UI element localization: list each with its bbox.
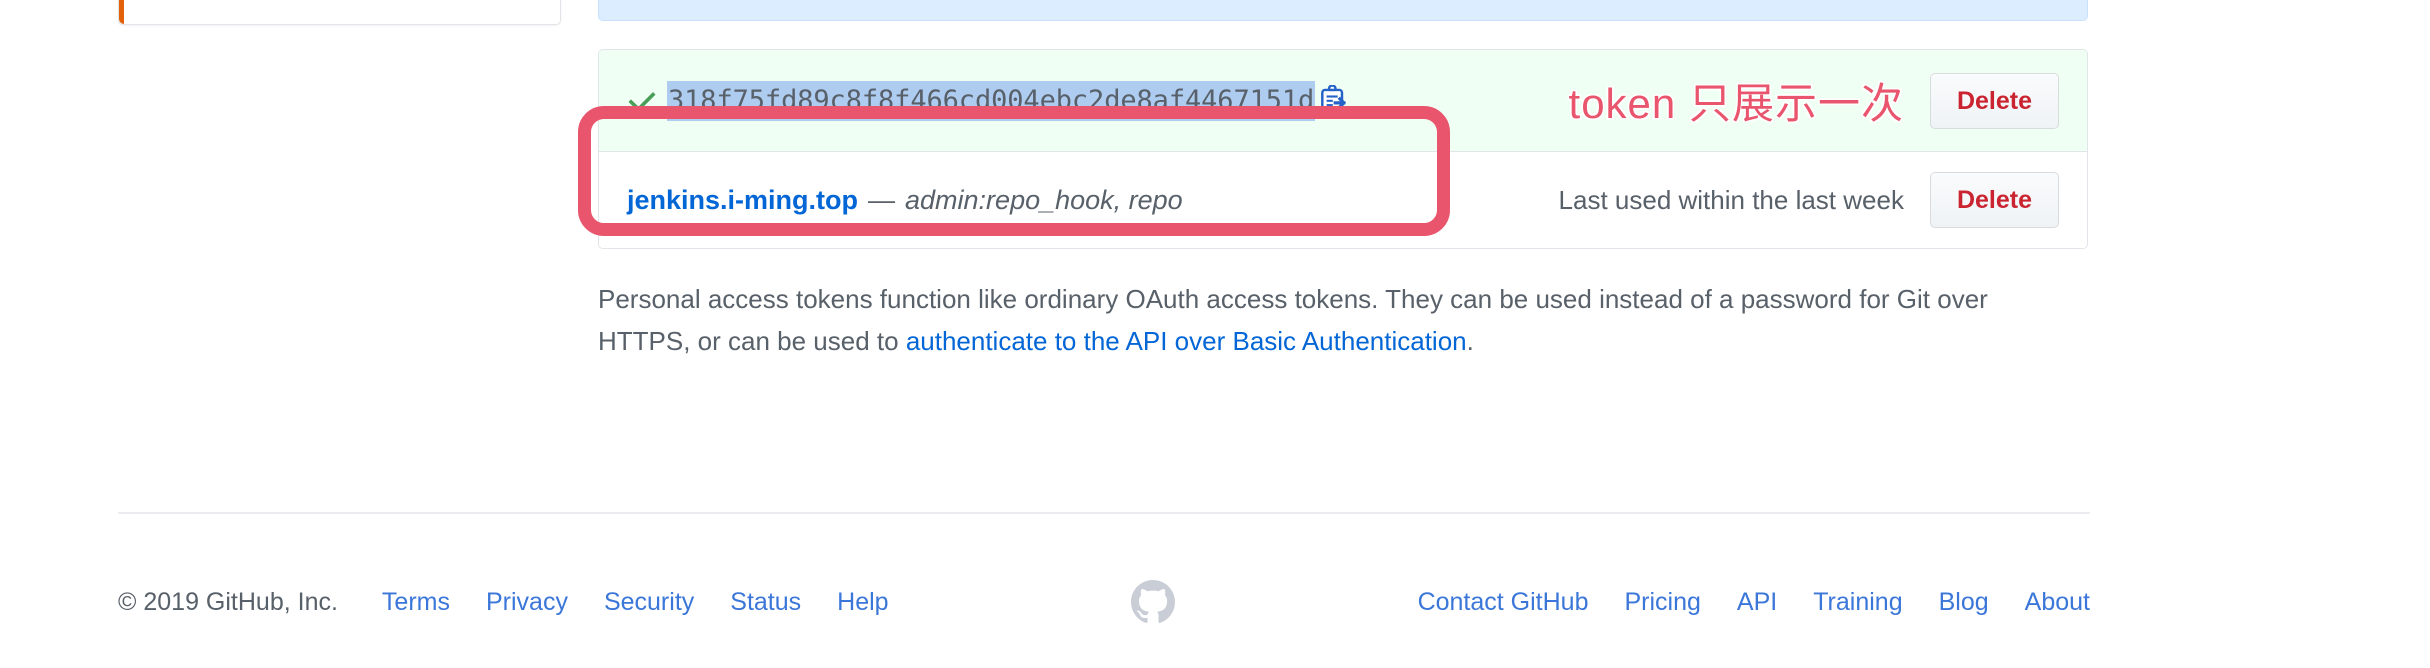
sidebar-item-label: Personal access tokens bbox=[141, 0, 436, 3]
delete-button-new-token[interactable]: Delete bbox=[1929, 72, 2059, 129]
token-last-used: Last used within the last week bbox=[1558, 184, 1904, 215]
site-footer: © 2019 GitHub, Inc. Terms Privacy Securi… bbox=[118, 580, 2090, 624]
footer-link-about[interactable]: About bbox=[2025, 588, 2090, 617]
new-token-left: 318f75fd89c8f8f466cd004ebc2de8af4467151d bbox=[627, 80, 1569, 121]
clipboard-icon[interactable] bbox=[1319, 84, 1349, 117]
settings-sidebar: Personal access tokens bbox=[118, 0, 561, 26]
github-mark-icon bbox=[1131, 580, 1176, 623]
main-content: Make sure to copy your new personal acce… bbox=[598, 0, 2088, 388]
token-scopes: admin:repo_hook, repo bbox=[905, 184, 1183, 215]
check-icon bbox=[628, 91, 656, 112]
footer-links-left: © 2019 GitHub, Inc. Terms Privacy Securi… bbox=[118, 588, 889, 617]
flash-notice-token-copy: Make sure to copy your new personal acce… bbox=[598, 0, 2088, 22]
new-token-right: token 只展示一次 Delete bbox=[1569, 70, 2059, 131]
footer-divider bbox=[118, 512, 2090, 514]
delete-button-existing-token[interactable]: Delete bbox=[1929, 172, 2059, 229]
basic-auth-docs-link[interactable]: authenticate to the API over Basic Authe… bbox=[906, 326, 1467, 356]
footer-link-security[interactable]: Security bbox=[604, 588, 694, 617]
active-accent-bar bbox=[119, 0, 124, 25]
token-separator-dash: — bbox=[868, 184, 896, 215]
new-token-value[interactable]: 318f75fd89c8f8f466cd004ebc2de8af4467151d bbox=[667, 80, 1316, 121]
annotation-token-shown-once: token 只展示一次 bbox=[1568, 80, 1904, 128]
table-row-new-token: 318f75fd89c8f8f466cd004ebc2de8af4467151d… bbox=[599, 50, 2087, 153]
existing-token-right: Last used within the last week Delete bbox=[1558, 172, 2059, 229]
tokens-description: Personal access tokens function like ord… bbox=[598, 279, 2058, 362]
footer-link-help[interactable]: Help bbox=[837, 588, 888, 617]
footer-link-pricing[interactable]: Pricing bbox=[1624, 588, 1700, 617]
token-name-link[interactable]: jenkins.i-ming.top bbox=[627, 185, 858, 216]
footer-link-status[interactable]: Status bbox=[730, 588, 801, 617]
sidebar-item-personal-access-tokens[interactable]: Personal access tokens bbox=[118, 0, 561, 26]
footer-link-blog[interactable]: Blog bbox=[1939, 588, 1989, 617]
existing-token-left: jenkins.i-ming.top — admin:repo_hook, re… bbox=[627, 185, 1559, 216]
footer-link-contact-github[interactable]: Contact GitHub bbox=[1418, 588, 1589, 617]
footer-links-right: Contact GitHub Pricing API Training Blog… bbox=[1418, 588, 2090, 617]
footer-link-api[interactable]: API bbox=[1737, 588, 1777, 617]
table-row-existing-token: jenkins.i-ming.top — admin:repo_hook, re… bbox=[599, 152, 2087, 249]
description-text-after: . bbox=[1466, 325, 1474, 356]
footer-link-privacy[interactable]: Privacy bbox=[486, 588, 568, 617]
copyright-text: © 2019 GitHub, Inc. bbox=[118, 587, 338, 616]
footer-link-terms[interactable]: Terms bbox=[382, 588, 450, 617]
personal-access-tokens-list: 318f75fd89c8f8f466cd004ebc2de8af4467151d… bbox=[598, 49, 2088, 250]
footer-link-training[interactable]: Training bbox=[1813, 588, 1902, 617]
